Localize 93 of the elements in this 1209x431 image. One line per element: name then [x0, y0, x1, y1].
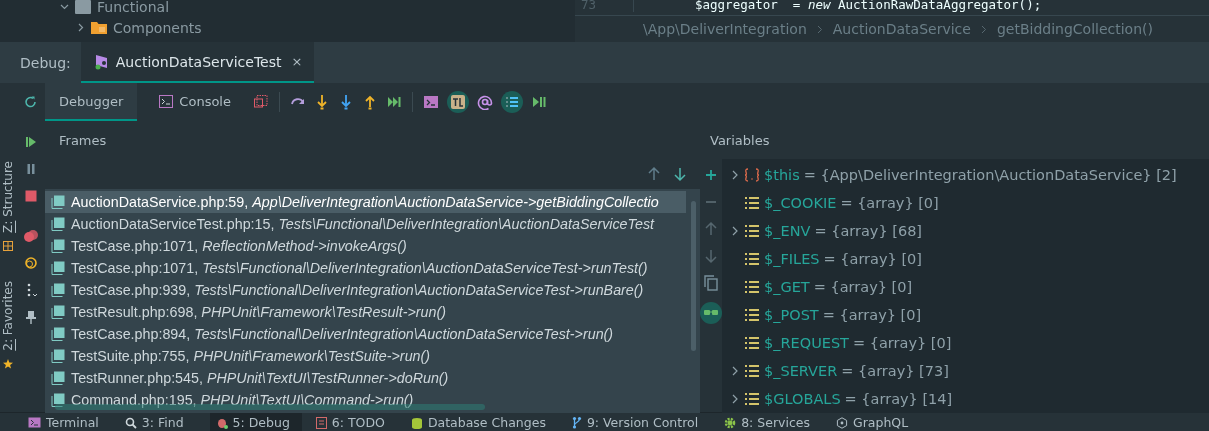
stack-frame-row[interactable]: Command.php:195, PHPUnit\TextUI\Command->run(): [45, 389, 686, 411]
side-tool-label[interactable]: Z: Structure: [1, 161, 15, 233]
stack-frame-row[interactable]: TestRunner.php:545, PHPUnit\TextUI\TestRunner->doRun(): [45, 367, 686, 389]
add-icon[interactable]: [703, 167, 719, 183]
tool-window-button[interactable]: 8: Services: [724, 413, 823, 431]
rerun-icon[interactable]: [22, 94, 39, 110]
structure-icon: [3, 240, 13, 251]
restore-layout-icon[interactable]: [252, 94, 269, 110]
gear-icon: [724, 416, 737, 429]
at-sign-icon[interactable]: [476, 94, 493, 110]
numbered-list-icon[interactable]: [500, 91, 523, 113]
tool-window-button[interactable]: 6: TODO: [315, 413, 397, 431]
chevron-down-icon[interactable]: [60, 2, 69, 11]
frame-icon: [51, 283, 65, 297]
stack-frame-row[interactable]: TestCase.php:1071, Tests\Functional\DeliverIntegration\AuctionDataServiceTest->runTest(): [45, 257, 686, 279]
evaluate-icon[interactable]: [422, 94, 439, 110]
chevron-right-icon: [816, 24, 823, 34]
resume-pause-icon[interactable]: [530, 94, 547, 110]
panel-title: Frames: [59, 132, 107, 148]
database-icon: [410, 416, 423, 429]
chevron-right-icon: [730, 394, 740, 404]
frame-icon: [51, 239, 65, 253]
stack-frame-row[interactable]: TestCase.php:1071, ReflectionMethod->invokeArgs(): [45, 235, 686, 257]
frame-icon: [51, 349, 65, 363]
panel-tab[interactable]: Debugger: [45, 83, 138, 121]
panel-tab[interactable]: Console: [145, 83, 245, 121]
chevron-right-icon: [730, 226, 740, 236]
tree-item[interactable]: Components: [113, 19, 202, 36]
object-icon: [744, 168, 760, 182]
arrow-up-icon[interactable]: [646, 166, 662, 182]
chevron-right-icon: [730, 366, 740, 376]
panel-title: Variables: [710, 132, 770, 148]
run-to-cursor-icon[interactable]: [385, 94, 402, 110]
star-icon: [3, 358, 13, 369]
mute-breakpoints-icon[interactable]: [22, 255, 39, 271]
frame-icon: [51, 393, 65, 407]
chevron-right-icon: [980, 24, 987, 34]
tool-window-button[interactable]: GraphQL: [836, 413, 921, 431]
tool-window-button[interactable]: 5: Debug: [209, 413, 302, 431]
variable-row[interactable]: $this = {App\DeliverIntegration\AuctionDataService} [2]: [722, 161, 1209, 189]
breakpoints-icon[interactable]: [22, 228, 39, 244]
frame-icon: [51, 261, 65, 275]
todo-icon: [315, 416, 327, 429]
terminal-icon: [28, 417, 41, 428]
stack-frame-row[interactable]: TestResult.php:698, PHPUnit\Framework\TestResult->run(): [45, 301, 686, 323]
debug-label: Debug:: [20, 54, 71, 71]
stack-frame-row[interactable]: AuctionDataService.php:59, App\DeliverIntegration\AuctionDataService->getBiddingCollectio: [45, 191, 686, 213]
glasses-icon[interactable]: [700, 302, 722, 324]
variable-row[interactable]: $_FILES = {array} [0]: [722, 245, 1209, 273]
arrow-down-icon[interactable]: [672, 166, 688, 182]
close-icon[interactable]: ×: [291, 54, 303, 69]
stack-frame-row[interactable]: TestSuite.php:755, PHPUnit\Framework\TestSuite->run(): [45, 345, 686, 367]
array-icon: [744, 196, 760, 210]
code-line: $aggregator = new AuctionRawDataAggregator();: [633, 0, 1042, 12]
variable-row[interactable]: $GLOBALS = {array} [14]: [722, 385, 1209, 413]
array-icon: [744, 252, 760, 266]
side-tool-label[interactable]: 2: Favorites: [1, 280, 15, 351]
tree-item[interactable]: Functional: [97, 0, 170, 15]
array-icon: [744, 224, 760, 238]
tool-window-button[interactable]: 9: Version Control: [571, 413, 711, 431]
array-icon: [744, 392, 760, 406]
template-icon[interactable]: [446, 91, 469, 113]
frame-icon: [51, 371, 65, 385]
scrollbar[interactable]: [691, 201, 696, 351]
array-icon: [744, 364, 760, 378]
copy-icon[interactable]: [703, 275, 719, 291]
frame-icon: [51, 305, 65, 319]
branch-icon: [571, 416, 582, 429]
frame-icon: [51, 217, 65, 231]
search-icon: [124, 416, 137, 429]
chevron-right-icon[interactable]: [76, 23, 85, 32]
array-icon: [744, 280, 760, 294]
stack-frame-row[interactable]: TestCase.php:939, Tests\Functional\DeliverIntegration\AuctionDataServiceTest->runBare(): [45, 279, 686, 301]
array-icon: [744, 336, 760, 350]
hexagon-icon: [836, 416, 849, 429]
frame-icon: [51, 195, 65, 209]
variable-row[interactable]: $_REQUEST = {array} [0]: [722, 329, 1209, 357]
bug-icon: [215, 416, 228, 429]
chevron-right-icon: [730, 170, 740, 180]
tool-window-button[interactable]: Database Changes: [410, 413, 558, 431]
array-icon: [744, 308, 760, 322]
stack-frame-row[interactable]: TestCase.php:894, Tests\Functional\DeliverIntegration\AuctionDataServiceTest->run(): [45, 323, 686, 345]
console-icon: [159, 94, 174, 108]
debug-session-tab[interactable]: AuctionDataServiceTest ×: [80, 42, 315, 83]
tool-window-button[interactable]: 3: Find: [124, 413, 196, 431]
variable-row[interactable]: $_POST = {array} [0]: [722, 301, 1209, 329]
tool-window-button[interactable]: Terminal: [28, 413, 111, 431]
variable-row[interactable]: $_ENV = {array} [68]: [722, 217, 1209, 245]
stack-frame-row[interactable]: AuctionDataServiceTest.php:15, Tests\Functional\DeliverIntegration\AuctionDataServiceTest: [45, 213, 686, 235]
frame-icon: [51, 327, 65, 341]
variable-row[interactable]: $_GET = {array} [0]: [722, 273, 1209, 301]
variable-row[interactable]: $_COOKIE = {array} [0]: [722, 189, 1209, 217]
variable-row[interactable]: $_SERVER = {array} [73]: [722, 357, 1209, 385]
